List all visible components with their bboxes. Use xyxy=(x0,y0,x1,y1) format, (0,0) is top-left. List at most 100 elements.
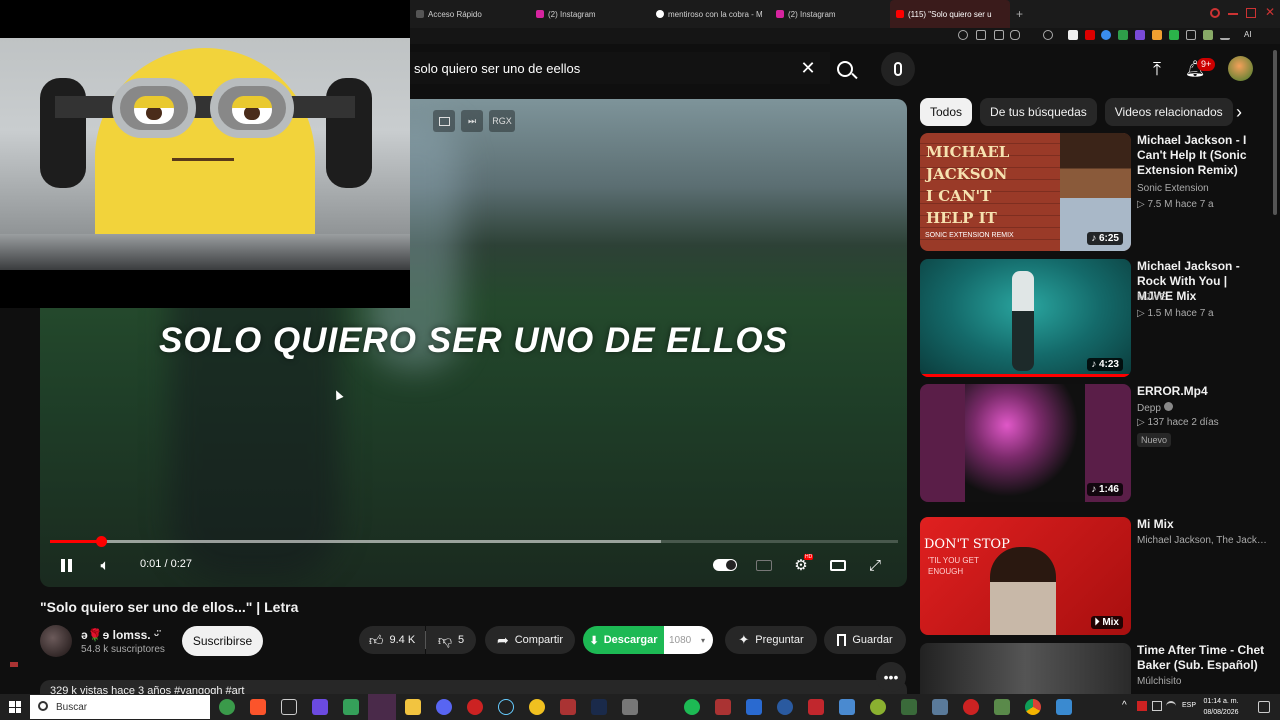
quality-select[interactable]: 1080 ▾ xyxy=(664,626,713,654)
progress-bar[interactable] xyxy=(50,536,898,547)
share-button[interactable]: ➦ Compartir xyxy=(485,626,575,654)
save-button[interactable]: Guardar xyxy=(824,626,906,654)
extension-1-icon[interactable] xyxy=(1068,30,1078,40)
subtitles-button[interactable] xyxy=(753,554,775,576)
create-upload-button[interactable]: ⤒ xyxy=(1146,58,1168,80)
brave-icon[interactable] xyxy=(250,699,266,715)
vpn-icon[interactable] xyxy=(591,699,607,715)
theater-mode-button[interactable] xyxy=(827,554,849,576)
app-icon[interactable] xyxy=(901,699,917,715)
tray-icon[interactable] xyxy=(1137,701,1147,711)
filezilla-icon[interactable] xyxy=(808,699,824,715)
video-channel[interactable]: Depp xyxy=(1137,402,1173,414)
video-channel[interactable]: MJWE xyxy=(1137,292,1166,303)
language-indicator[interactable]: ESP xyxy=(1182,702,1196,709)
ai-button[interactable]: AI xyxy=(1244,30,1252,39)
avatar[interactable] xyxy=(1228,56,1253,81)
app-icon[interactable] xyxy=(777,699,793,715)
chrome-icon[interactable] xyxy=(1025,699,1041,715)
video-title[interactable]: Time After Time - Chet Baker (Sub. Españ… xyxy=(1137,643,1265,673)
video-title[interactable]: ERROR.Mp4 xyxy=(1137,384,1265,399)
active-app-icon[interactable] xyxy=(368,694,396,720)
extension-7-icon[interactable] xyxy=(1169,30,1179,40)
skip-button[interactable]: ⏭ xyxy=(461,110,483,132)
video-thumbnail[interactable]: ♪ 1:46 xyxy=(920,384,1131,502)
extensions-puzzle-icon[interactable] xyxy=(1186,30,1196,40)
tab-instagram-1[interactable]: (2) Instagram xyxy=(530,0,650,28)
profile-extension-icon[interactable] xyxy=(1203,30,1213,40)
channel-name[interactable]: ə🌹ɘ lomss. ᵕ̈ xyxy=(81,628,159,642)
rgx-button[interactable]: RGX xyxy=(489,110,515,132)
tab-acceso-rapido[interactable]: Acceso Rápido xyxy=(410,0,530,28)
taskbar-search[interactable]: Buscar xyxy=(30,695,210,719)
extension-4-icon[interactable] xyxy=(1118,30,1128,40)
extension-5-icon[interactable] xyxy=(1135,30,1145,40)
speaker-icon[interactable] xyxy=(1178,701,1180,703)
search-box[interactable] xyxy=(410,52,830,84)
tab-instagram-2[interactable]: (2) Instagram xyxy=(770,0,890,28)
app-icon[interactable] xyxy=(1056,699,1072,715)
video-channel[interactable]: Sonic Extension xyxy=(1137,183,1209,194)
chips-next-button[interactable]: › xyxy=(1228,101,1250,123)
search-button[interactable] xyxy=(832,56,858,82)
bookmark-icon[interactable] xyxy=(976,30,986,40)
spotify-icon[interactable] xyxy=(684,699,700,715)
video-channel[interactable]: Múlchisito xyxy=(1137,676,1181,687)
video-title[interactable]: Michael Jackson - I Can't Help It (Sonic… xyxy=(1137,133,1265,178)
taskbar-app-green-icon[interactable] xyxy=(219,699,235,715)
maximize-icon[interactable] xyxy=(1246,8,1256,18)
miniplayer-button[interactable] xyxy=(433,110,455,132)
app-icon[interactable] xyxy=(994,699,1010,715)
video-thumbnail[interactable]: MICHAEL JACKSON I CAN'T HELP IT SONIC EX… xyxy=(920,133,1131,251)
task-view-icon[interactable] xyxy=(281,699,297,715)
progress-scrubber[interactable] xyxy=(95,536,107,547)
scrollbar[interactable] xyxy=(1273,50,1277,215)
wifi-icon[interactable] xyxy=(1166,701,1176,711)
tab-google-search[interactable]: mentiroso con la cobra - M xyxy=(650,0,770,28)
more-actions-button[interactable]: ••• xyxy=(876,662,906,692)
dislike-button[interactable]: 👎︎ 5 xyxy=(426,626,476,654)
like-button[interactable]: 👍︎ 9.4 K xyxy=(359,626,425,654)
share-icon[interactable] xyxy=(994,30,1004,40)
voice-search-button[interactable] xyxy=(881,52,915,86)
new-tab-button[interactable]: + xyxy=(1016,7,1023,21)
tray-icon[interactable] xyxy=(1152,701,1162,711)
tab-youtube-active[interactable]: (115) "Solo quiero ser u xyxy=(890,0,1010,28)
search-tabs-icon[interactable] xyxy=(1210,8,1220,18)
volume-button[interactable]: 🔈︎ xyxy=(94,554,116,576)
chip-de-tus-busquedas[interactable]: De tus búsquedas xyxy=(980,98,1097,126)
react-icon[interactable] xyxy=(498,699,514,715)
related-video[interactable]: ♪ 4:23 Michael Jackson - Rock With You |… xyxy=(920,259,1270,377)
cube-app-icon[interactable] xyxy=(746,699,762,715)
close-window-icon[interactable]: ✕ xyxy=(1265,5,1275,19)
app-icon[interactable] xyxy=(932,699,948,715)
taskbar-clock[interactable]: 01:14 a. m. 08/08/2026 xyxy=(1196,696,1246,718)
extension-6-icon[interactable] xyxy=(1152,30,1162,40)
media-player-icon[interactable] xyxy=(312,699,328,715)
related-video[interactable]: Time After Time - Chet Baker (Sub. Españ… xyxy=(920,643,1270,694)
extension-2-icon[interactable] xyxy=(1085,30,1095,40)
video-thumbnail[interactable]: ♪ 4:23 xyxy=(920,259,1131,377)
ask-button[interactable]: ✦ Preguntar xyxy=(725,626,817,654)
related-video[interactable]: ♪ 1:46 ERROR.Mp4 Depp ▷ 137 hace 2 días … xyxy=(920,384,1270,502)
chip-todos[interactable]: Todos xyxy=(920,98,973,126)
image-app-icon[interactable] xyxy=(622,699,638,715)
download-button[interactable]: ⬇ Descargar xyxy=(583,626,664,654)
heart-icon[interactable] xyxy=(1043,30,1053,40)
app-icon[interactable] xyxy=(870,699,886,715)
shield-app-icon[interactable] xyxy=(343,699,359,715)
fullscreen-button[interactable]: ⤢ xyxy=(864,554,886,576)
search-input[interactable] xyxy=(410,60,780,76)
subscribe-button[interactable]: Suscribirse xyxy=(182,626,263,656)
clear-search-icon[interactable]: ✕ xyxy=(797,57,819,79)
video-thumbnail[interactable] xyxy=(920,643,1131,694)
autoplay-toggle[interactable] xyxy=(712,554,738,576)
chip-videos-relacionados[interactable]: Videos relacionados xyxy=(1104,98,1233,126)
duck-icon[interactable] xyxy=(529,699,545,715)
app-icon[interactable] xyxy=(839,699,855,715)
video-title[interactable]: Mi Mix xyxy=(1137,517,1265,532)
download-icon[interactable] xyxy=(1220,30,1230,40)
zoom-icon[interactable] xyxy=(958,30,968,40)
related-video[interactable]: DON'T STOP 'TIL YOU GET ENOUGH ⏵ Mix Mi … xyxy=(920,517,1270,635)
related-video[interactable]: MICHAEL JACKSON I CAN'T HELP IT SONIC EX… xyxy=(920,133,1270,251)
